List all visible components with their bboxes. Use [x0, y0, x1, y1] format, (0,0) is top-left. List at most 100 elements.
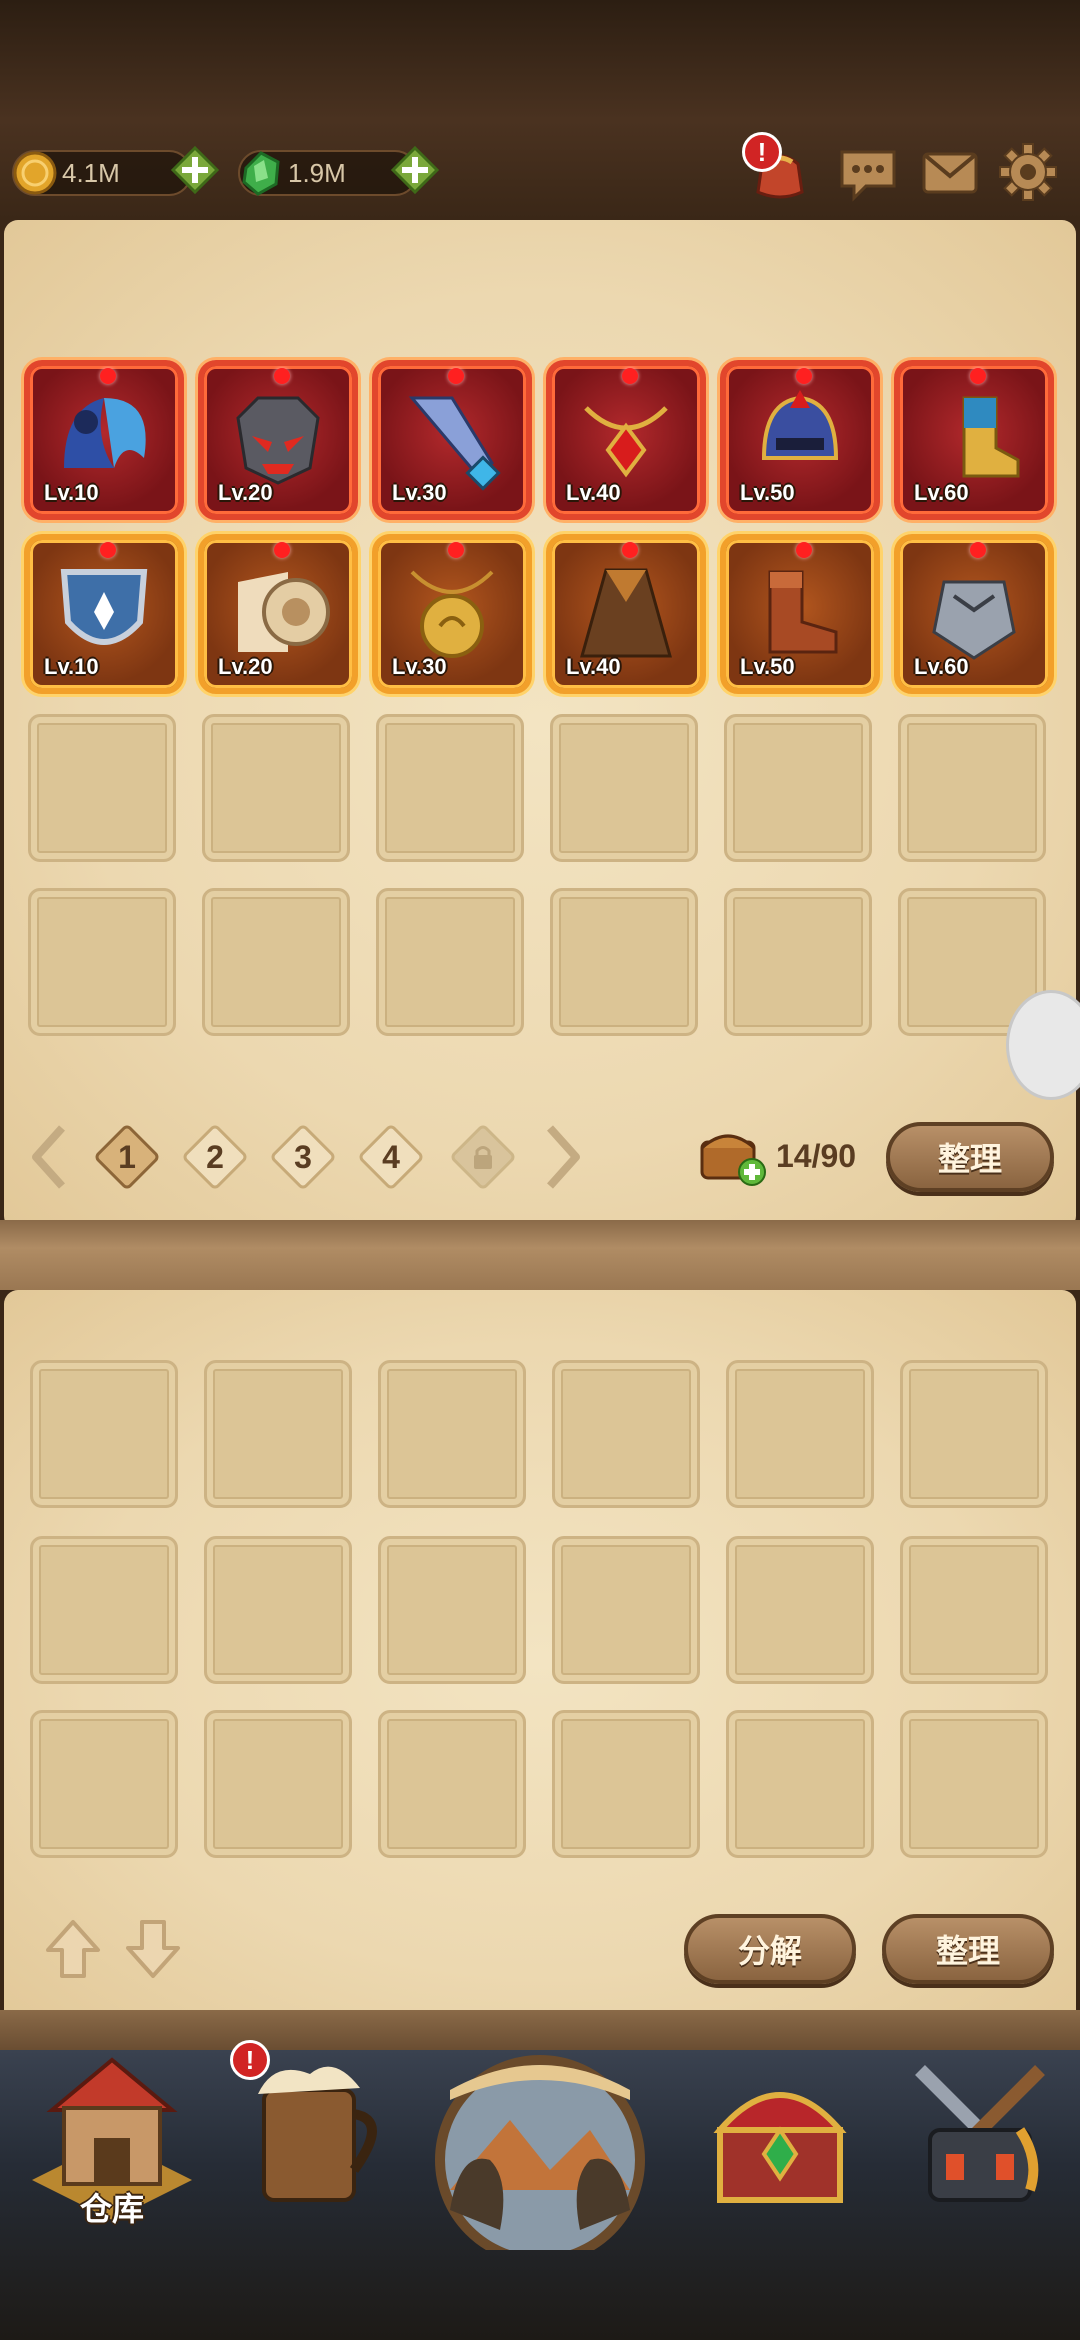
empty-slot[interactable] — [28, 714, 176, 862]
equipment-slot[interactable]: Lv.60 — [894, 534, 1054, 694]
chat-button[interactable] — [836, 140, 900, 204]
warehouse-label: 仓库 — [79, 2191, 144, 2227]
page-button-locked[interactable] — [449, 1123, 517, 1191]
page-button-2[interactable]: 2 — [181, 1123, 249, 1191]
empty-slot[interactable] — [378, 1710, 526, 1858]
empty-slot[interactable] — [726, 1360, 874, 1508]
empty-slot[interactable] — [552, 1360, 700, 1508]
expand-storage-chest-icon[interactable] — [698, 1124, 768, 1188]
level-label: Lv.10 — [44, 654, 99, 679]
level-label: Lv.30 — [392, 480, 447, 505]
nav-tavern[interactable]: ! — [214, 2040, 414, 2250]
coin-icon — [13, 151, 57, 195]
plus-icon — [390, 145, 440, 195]
empty-slot[interactable] — [202, 714, 350, 862]
empty-slot[interactable] — [726, 1710, 874, 1858]
empty-slot[interactable] — [900, 1360, 1048, 1508]
level-label: Lv.50 — [740, 654, 795, 679]
level-label: Lv.40 — [566, 654, 621, 679]
add-coins-button[interactable] — [168, 143, 222, 197]
empty-slot[interactable] — [900, 1710, 1048, 1858]
level-label: Lv.40 — [566, 480, 621, 505]
level-label: Lv.30 — [392, 654, 447, 679]
settings-button[interactable] — [996, 140, 1060, 204]
empty-slot[interactable] — [378, 1360, 526, 1508]
empty-slot[interactable] — [900, 1536, 1048, 1684]
page-button-1[interactable]: 1 — [93, 1123, 161, 1191]
equipment-slot[interactable]: Lv.40 — [546, 360, 706, 520]
sort-button-upper[interactable]: 整理 — [886, 1122, 1054, 1192]
empty-slot[interactable] — [552, 1536, 700, 1684]
equipment-slot[interactable]: Lv.50 — [720, 534, 880, 694]
empty-slot[interactable] — [724, 714, 872, 862]
equipment-slot[interactable]: Lv.20 — [198, 360, 358, 520]
nav-forge[interactable] — [880, 2050, 1080, 2250]
gem-icon — [242, 151, 280, 196]
storage-capacity: 14/90 — [776, 1138, 857, 1174]
level-label: Lv.60 — [914, 654, 969, 679]
chevron-left-icon[interactable] — [26, 1122, 76, 1192]
equipment-slot[interactable]: Lv.20 — [198, 534, 358, 694]
chevron-right-icon[interactable] — [536, 1122, 586, 1192]
forge-icon — [915, 2065, 1045, 2202]
empty-slot[interactable] — [204, 1360, 352, 1508]
empty-slot[interactable] — [550, 888, 698, 1036]
empty-slot[interactable] — [204, 1536, 352, 1684]
coin-counter: 4.1M — [12, 150, 192, 196]
plus-icon — [170, 145, 220, 195]
arrow-up-icon[interactable] — [42, 1916, 104, 1982]
nav-adventure[interactable] — [420, 2050, 660, 2250]
bag-button[interactable]: ! — [742, 132, 812, 204]
treasure-chest-icon — [713, 2092, 847, 2203]
add-gems-button[interactable] — [388, 143, 442, 197]
chat-icon — [840, 150, 896, 202]
page-button-4[interactable]: 4 — [357, 1123, 425, 1191]
game-screen: 4.1M 1.9M ! Lv.10 Lv.20 Lv.30 Lv.40 Lv.5… — [0, 0, 1080, 2340]
empty-slot[interactable] — [28, 888, 176, 1036]
empty-slot[interactable] — [724, 888, 872, 1036]
empty-slot[interactable] — [726, 1536, 874, 1684]
level-label: Lv.20 — [218, 654, 273, 679]
arrow-down-icon[interactable] — [122, 1916, 184, 1982]
equipment-slot[interactable]: Lv.50 — [720, 360, 880, 520]
sort-button-lower[interactable]: 整理 — [882, 1914, 1054, 1984]
mail-icon — [922, 152, 978, 194]
level-label: Lv.20 — [218, 480, 273, 505]
equipment-slot[interactable]: Lv.30 — [372, 360, 532, 520]
empty-slot[interactable] — [552, 1710, 700, 1858]
alert-badge: ! — [742, 132, 782, 172]
scroll-divider — [0, 1220, 1080, 1290]
level-label: Lv.60 — [914, 480, 969, 505]
pagination-bar: 1 2 3 4 14/90 整理 — [0, 1110, 1080, 1200]
equipment-slot[interactable]: Lv.30 — [372, 534, 532, 694]
decompose-button[interactable]: 分解 — [684, 1914, 856, 1984]
lock-icon — [474, 1146, 492, 1169]
equipment-slot[interactable]: Lv.10 — [24, 534, 184, 694]
bottom-nav: 仓库 ! — [0, 2040, 1080, 2340]
equipment-slot[interactable]: Lv.60 — [894, 360, 1054, 520]
alert-badge: ! — [230, 2040, 270, 2080]
mail-button[interactable] — [918, 140, 982, 204]
nav-shop[interactable] — [680, 2050, 880, 2250]
empty-slot[interactable] — [204, 1710, 352, 1858]
coin-amount: 4.1M — [62, 158, 120, 188]
level-label: Lv.50 — [740, 480, 795, 505]
empty-slot[interactable] — [30, 1360, 178, 1508]
empty-slot[interactable] — [550, 714, 698, 862]
gem-amount: 1.9M — [288, 158, 346, 188]
nav-warehouse[interactable]: 仓库 — [12, 2050, 212, 2250]
empty-slot[interactable] — [898, 714, 1046, 862]
adventure-portal-icon — [435, 2055, 645, 2250]
page-button-3[interactable]: 3 — [269, 1123, 337, 1191]
equipment-slot[interactable]: Lv.10 — [24, 360, 184, 520]
empty-slot[interactable] — [30, 1536, 178, 1684]
equipment-slot[interactable]: Lv.40 — [546, 534, 706, 694]
top-bar: 4.1M 1.9M ! — [0, 130, 1080, 220]
empty-slot[interactable] — [378, 1536, 526, 1684]
empty-slot[interactable] — [202, 888, 350, 1036]
empty-slot[interactable] — [376, 888, 524, 1036]
empty-slot[interactable] — [30, 1710, 178, 1858]
level-label: Lv.10 — [44, 480, 99, 505]
gear-icon — [999, 143, 1057, 201]
empty-slot[interactable] — [376, 714, 524, 862]
